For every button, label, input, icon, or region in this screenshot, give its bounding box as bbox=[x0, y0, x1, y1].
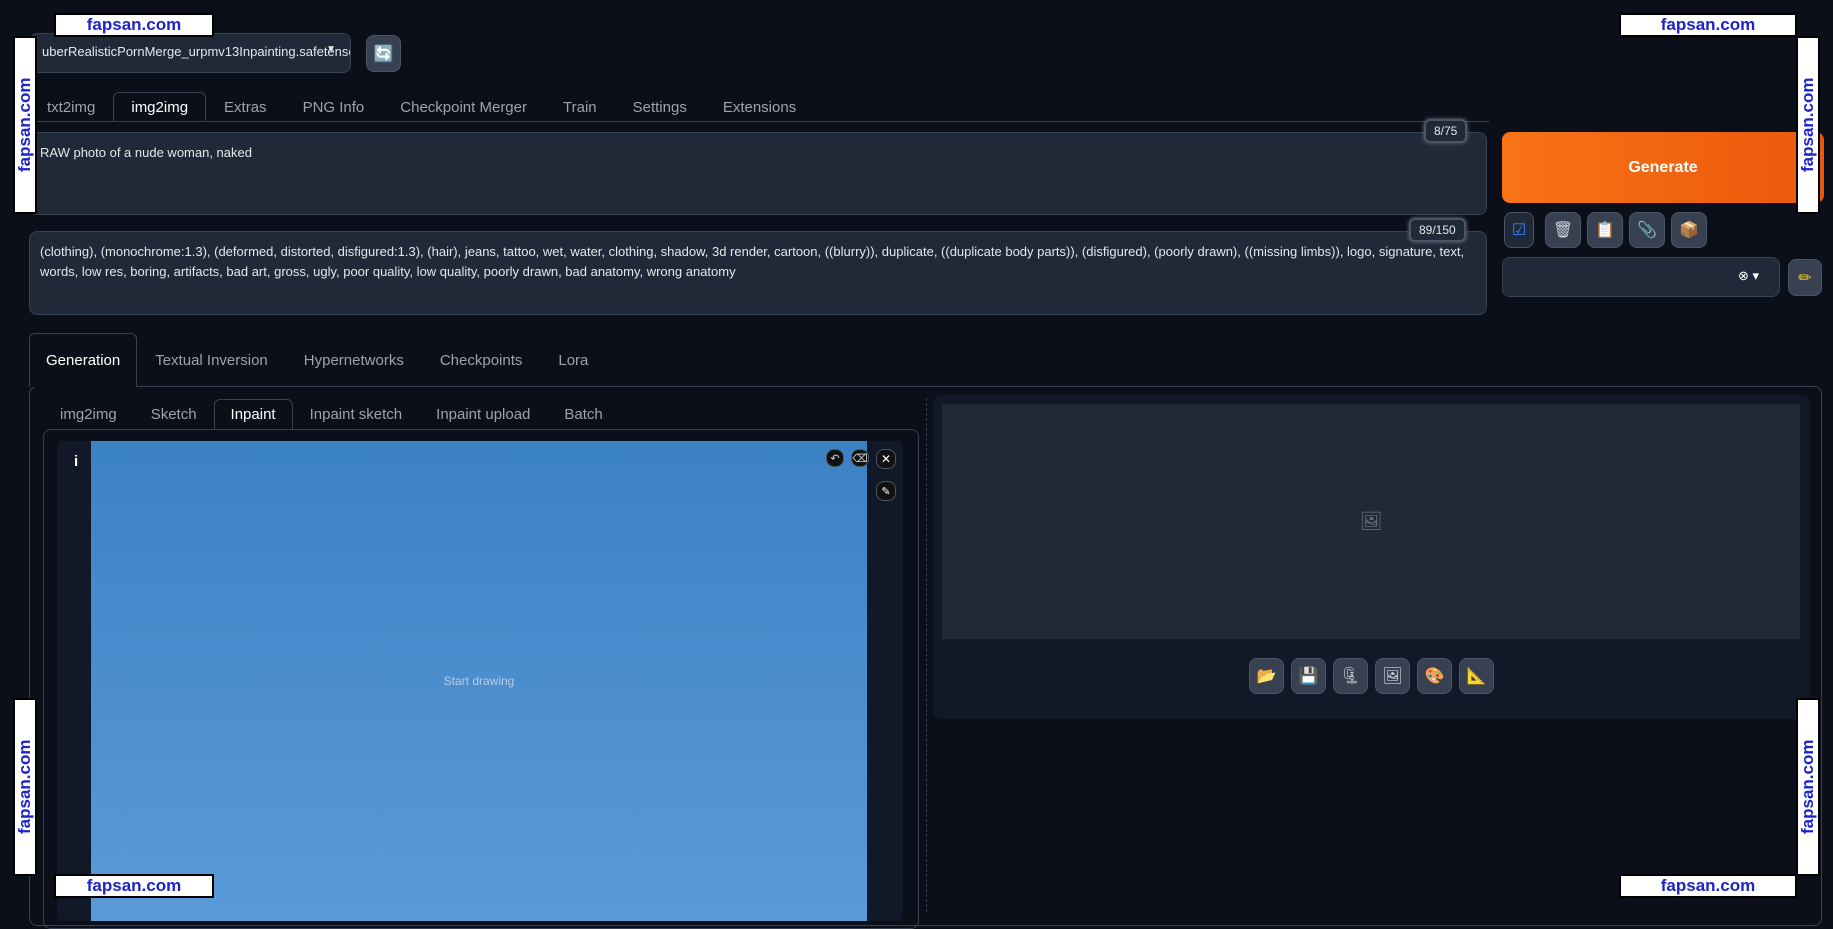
checkbox-icon[interactable]: ☑ bbox=[1504, 212, 1534, 248]
watermark: fapsan.com bbox=[1796, 698, 1820, 876]
tabs-divider bbox=[29, 121, 1489, 122]
send-to-inpaint-icon[interactable]: 🎨 bbox=[1417, 658, 1452, 694]
prompt-input[interactable]: RAW photo of a nude woman, naked bbox=[29, 132, 1487, 215]
inpaint-canvas[interactable]: Start drawing i ↶ ⌫ ✕ ✎ bbox=[57, 441, 903, 921]
send-to-extras-icon[interactable]: 📐 bbox=[1459, 658, 1494, 694]
checkpoint-dropdown[interactable]: uberRealisticPornMerge_urpmv13Inpainting… bbox=[29, 33, 351, 73]
tab-extensions[interactable]: Extensions bbox=[705, 92, 814, 122]
tab-checkpoints[interactable]: Checkpoints bbox=[422, 333, 541, 370]
settings-tabs: Generation Textual Inversion Hypernetwor… bbox=[29, 333, 606, 387]
eraser-icon[interactable]: ⌫ bbox=[851, 449, 869, 467]
chevron-down-icon: ▼ bbox=[326, 44, 336, 55]
zip-icon[interactable]: 🗜 bbox=[1333, 658, 1368, 694]
refresh-icon[interactable]: 🔄 bbox=[366, 35, 401, 72]
watermark: fapsan.com bbox=[1796, 36, 1820, 214]
tab-generation[interactable]: Generation bbox=[29, 333, 138, 387]
folder-icon[interactable]: 📂 bbox=[1249, 658, 1284, 694]
output-gallery: 🖼 bbox=[942, 404, 1800, 639]
generate-button[interactable]: Generate bbox=[1502, 132, 1824, 203]
tab-png-info[interactable]: PNG Info bbox=[285, 92, 383, 122]
tab-train[interactable]: Train bbox=[545, 92, 615, 122]
watermark: fapsan.com bbox=[1619, 13, 1797, 37]
tab-inpaint-upload[interactable]: Inpaint upload bbox=[419, 399, 547, 429]
clipboard-icon[interactable]: 📋 bbox=[1587, 212, 1623, 248]
tab-inpaint-sketch[interactable]: Inpaint sketch bbox=[293, 399, 420, 429]
tab-img2img[interactable]: img2img bbox=[113, 92, 207, 122]
negative-token-counter: 89/150 bbox=[1409, 218, 1466, 242]
close-icon[interactable]: ✕ bbox=[876, 449, 896, 469]
tab-mode-img2img[interactable]: img2img bbox=[43, 399, 134, 429]
brush-icon[interactable]: ✎ bbox=[876, 481, 896, 501]
checkpoint-value: uberRealisticPornMerge_urpmv13Inpainting… bbox=[42, 44, 351, 59]
save-icon[interactable]: 💾 bbox=[1291, 658, 1326, 694]
styles-dropdown[interactable]: ⊗ ▾ bbox=[1502, 257, 1780, 297]
output-toolbar: 📂 💾 🗜 🖼 🎨 📐 bbox=[1249, 658, 1494, 694]
watermark: fapsan.com bbox=[54, 13, 214, 37]
tab-extras[interactable]: Extras bbox=[206, 92, 285, 122]
clear-icon[interactable]: ⊗ ▾ bbox=[1738, 268, 1759, 284]
tab-hypernetworks[interactable]: Hypernetworks bbox=[286, 333, 422, 370]
info-icon[interactable]: i bbox=[74, 453, 78, 470]
watermark: fapsan.com bbox=[13, 698, 37, 876]
column-divider bbox=[926, 398, 927, 912]
trash-icon[interactable]: 🗑 bbox=[1545, 212, 1581, 248]
negative-prompt-input[interactable]: (clothing), (monochrome:1.3), (deformed,… bbox=[29, 231, 1487, 315]
tab-inpaint[interactable]: Inpaint bbox=[213, 399, 293, 429]
tab-checkpoint-merger[interactable]: Checkpoint Merger bbox=[382, 92, 545, 122]
mode-tabs: img2img Sketch Inpaint Inpaint sketch In… bbox=[43, 399, 620, 429]
pencil-icon[interactable]: ✏ bbox=[1788, 259, 1822, 296]
tab-settings[interactable]: Settings bbox=[615, 92, 705, 122]
watermark: fapsan.com bbox=[13, 36, 37, 214]
tab-lora[interactable]: Lora bbox=[540, 333, 606, 370]
uploaded-image-placeholder[interactable]: Start drawing bbox=[91, 441, 867, 921]
prompt-token-counter: 8/75 bbox=[1424, 119, 1468, 143]
tab-batch[interactable]: Batch bbox=[547, 399, 619, 429]
watermark: fapsan.com bbox=[1619, 874, 1797, 898]
canvas-hint: Start drawing bbox=[443, 674, 515, 688]
tab-txt2img[interactable]: txt2img bbox=[29, 92, 113, 122]
tab-sketch[interactable]: Sketch bbox=[134, 399, 214, 429]
watermark: fapsan.com bbox=[54, 874, 214, 898]
undo-icon[interactable]: ↶ bbox=[826, 449, 844, 467]
paperclip-icon[interactable]: 📎 bbox=[1629, 212, 1665, 248]
box-icon[interactable]: 📦 bbox=[1671, 212, 1707, 248]
main-tabs: txt2img img2img Extras PNG Info Checkpoi… bbox=[29, 92, 814, 122]
tab-textual-inversion[interactable]: Textual Inversion bbox=[137, 333, 286, 370]
send-to-img2img-icon[interactable]: 🖼 bbox=[1375, 658, 1410, 694]
image-icon: 🖼 bbox=[1359, 511, 1383, 531]
